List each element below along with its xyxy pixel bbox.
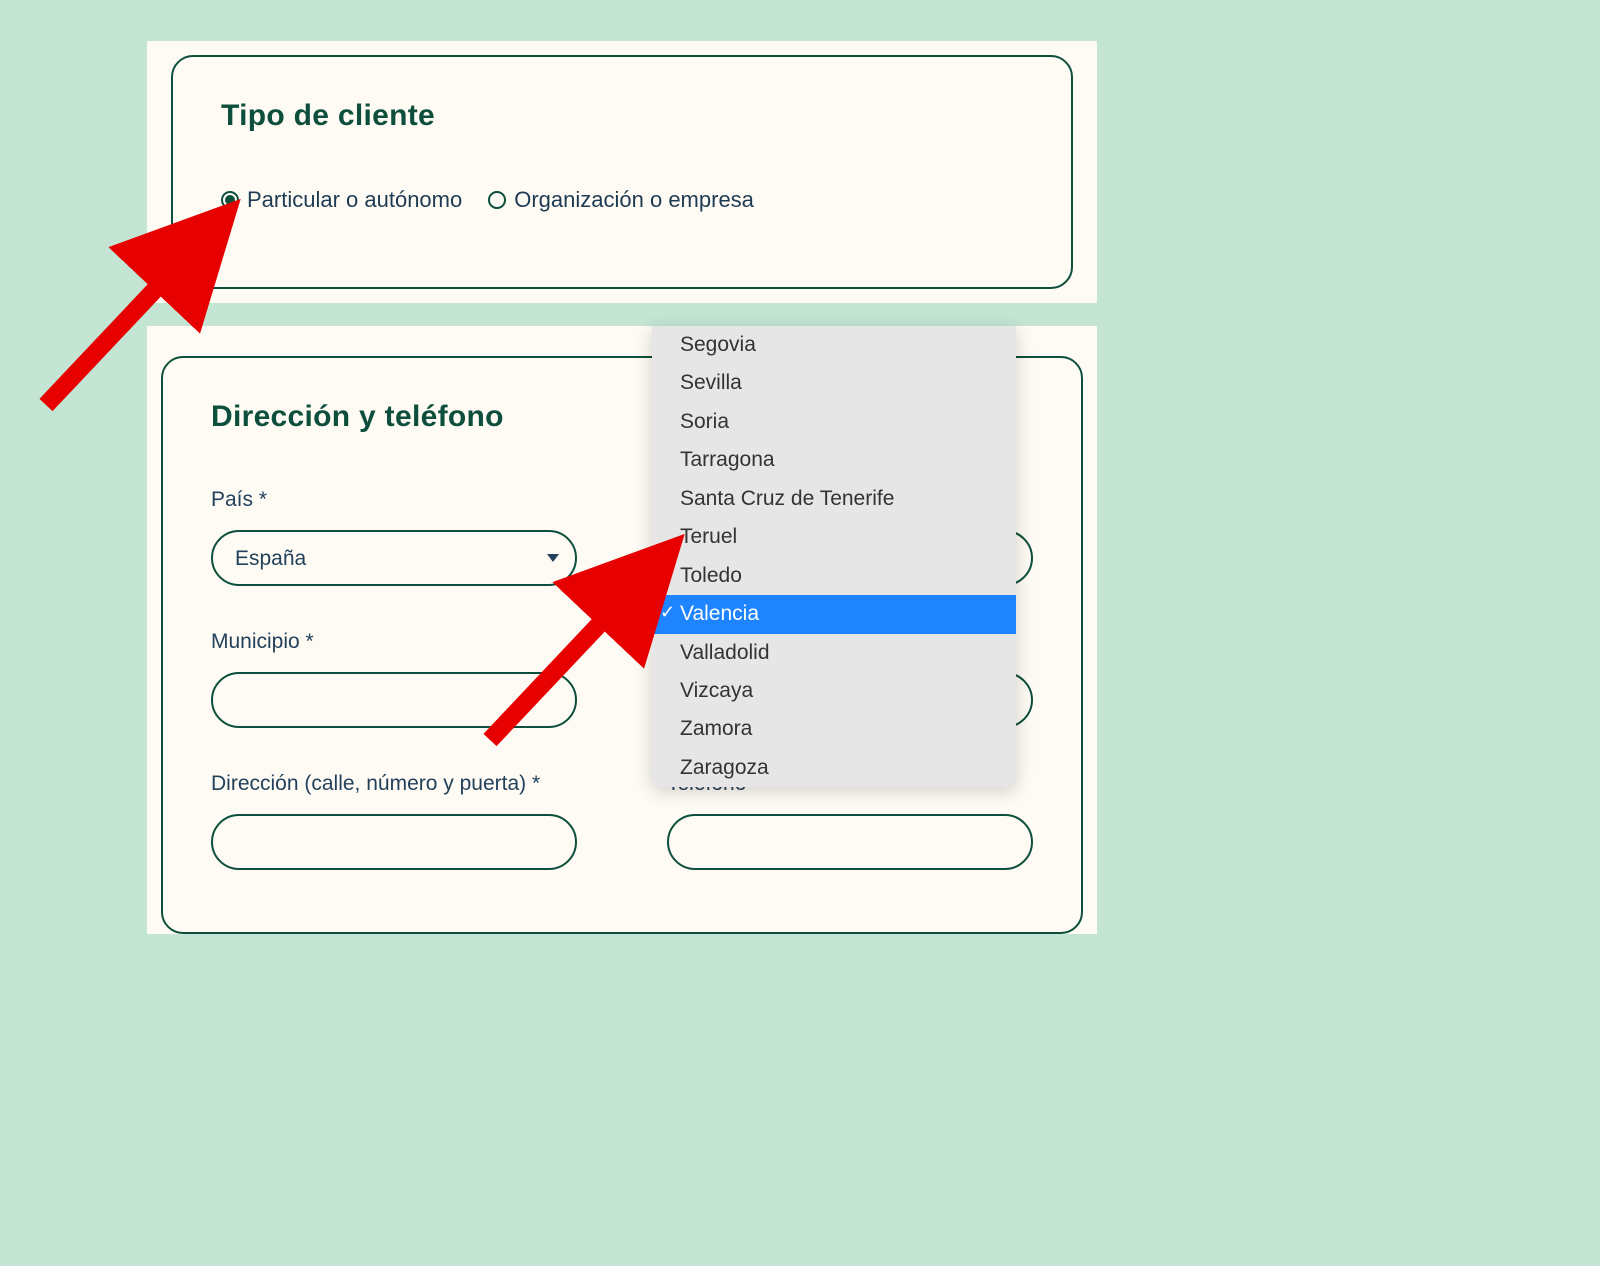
input-direccion[interactable] bbox=[211, 814, 577, 870]
dropdown-option[interactable]: Zamora bbox=[652, 710, 1016, 748]
client-type-panel: Tipo de cliente Particular o autónomo Or… bbox=[147, 41, 1097, 303]
dropdown-option[interactable]: Valladolid bbox=[652, 634, 1016, 672]
field-pais: País * España bbox=[211, 488, 577, 586]
select-pais-wrap: España bbox=[211, 530, 577, 586]
field-municipio: Municipio * bbox=[211, 630, 577, 728]
input-municipio[interactable] bbox=[211, 672, 577, 728]
select-pais[interactable]: España bbox=[211, 530, 577, 586]
label-pais: País * bbox=[211, 488, 577, 512]
radio-dot-icon bbox=[488, 191, 506, 209]
dropdown-option[interactable]: Soria bbox=[652, 403, 1016, 441]
dropdown-option[interactable]: Segovia bbox=[652, 326, 1016, 364]
radio-organization-label: Organización o empresa bbox=[514, 187, 754, 213]
radio-dot-icon bbox=[221, 191, 239, 209]
dropdown-option[interactable]: Vizcaya bbox=[652, 672, 1016, 710]
dropdown-option[interactable]: Valencia bbox=[652, 595, 1016, 633]
dropdown-option[interactable]: Toledo bbox=[652, 557, 1016, 595]
input-telefono[interactable] bbox=[667, 814, 1033, 870]
dropdown-option[interactable]: Santa Cruz de Tenerife bbox=[652, 480, 1016, 518]
dropdown-option[interactable]: Teruel bbox=[652, 518, 1016, 556]
client-type-fieldset: Tipo de cliente Particular o autónomo Or… bbox=[171, 55, 1073, 289]
label-municipio: Municipio * bbox=[211, 630, 577, 654]
provincia-dropdown[interactable]: SegoviaSevillaSoriaTarragonaSanta Cruz d… bbox=[652, 326, 1016, 787]
label-direccion: Dirección (calle, número y puerta) * bbox=[211, 772, 577, 796]
radio-organization[interactable]: Organización o empresa bbox=[488, 187, 754, 213]
radio-particular[interactable]: Particular o autónomo bbox=[221, 187, 462, 213]
client-type-radio-group: Particular o autónomo Organización o emp… bbox=[221, 187, 1023, 213]
dropdown-option[interactable]: Sevilla bbox=[652, 364, 1016, 402]
radio-particular-label: Particular o autónomo bbox=[247, 187, 462, 213]
client-type-title: Tipo de cliente bbox=[221, 99, 1023, 133]
dropdown-option[interactable]: Tarragona bbox=[652, 441, 1016, 479]
dropdown-option[interactable]: Zaragoza bbox=[652, 749, 1016, 787]
field-direccion: Dirección (calle, número y puerta) * bbox=[211, 772, 577, 870]
